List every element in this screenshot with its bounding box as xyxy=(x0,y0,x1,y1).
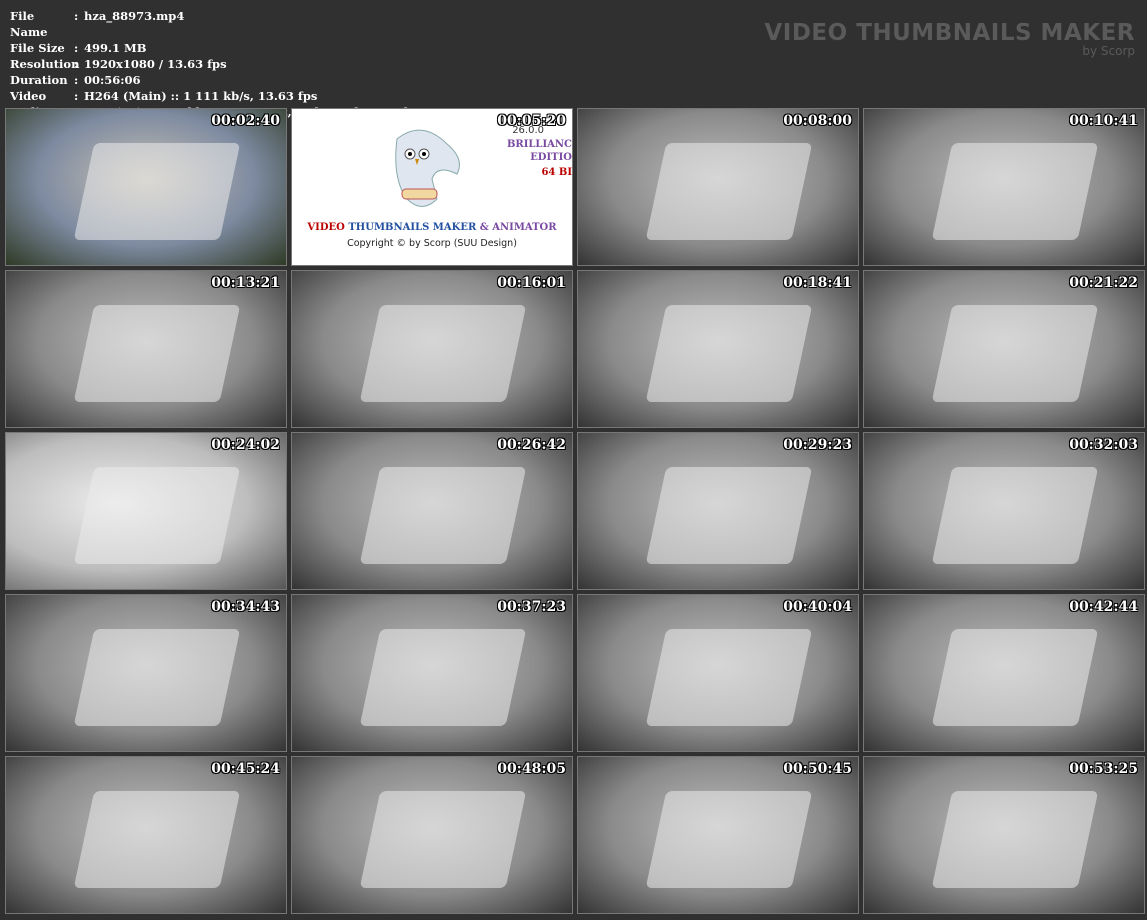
frame-image xyxy=(360,305,527,403)
owl-logo-icon xyxy=(395,129,460,207)
info-separator: : xyxy=(74,73,79,87)
thumbnail[interactable]: 00:08:00 xyxy=(577,108,859,266)
brand-watermark: VIDEO THUMBNAILS MAKER by Scorp xyxy=(764,20,1135,58)
timestamp: 00:16:01 xyxy=(497,275,566,291)
frame-image xyxy=(932,305,1099,403)
info-value: 00:56:06 xyxy=(84,73,141,87)
thumbnail[interactable]: 00:48:05 xyxy=(291,756,573,914)
info-separator: : xyxy=(74,9,79,23)
thumbnail[interactable]: 00:18:41 xyxy=(577,270,859,428)
thumbnail[interactable]: 00:16:01 xyxy=(291,270,573,428)
frame-image xyxy=(74,467,241,565)
thumbnail[interactable]: 00:45:24 xyxy=(5,756,287,914)
frame-image xyxy=(932,143,1099,241)
frame-image xyxy=(360,791,527,889)
product-name-part: VIDEO xyxy=(307,222,345,233)
thumbnail[interactable]: 00:29:23 xyxy=(577,432,859,590)
timestamp: 00:10:41 xyxy=(1069,113,1138,129)
thumbnail[interactable]: 00:42:44 xyxy=(863,594,1145,752)
timestamp: 00:40:04 xyxy=(783,599,852,615)
timestamp: 00:53:25 xyxy=(1069,761,1138,777)
thumbnail[interactable]: 00:40:04 xyxy=(577,594,859,752)
thumbnail[interactable]: 00:21:22 xyxy=(863,270,1145,428)
product-name-part: THUMBNAILS MAKER xyxy=(344,222,477,233)
timestamp: 00:26:42 xyxy=(497,437,566,453)
thumbnail[interactable]: 00:26:42 xyxy=(291,432,573,590)
timestamp: 00:13:21 xyxy=(211,275,280,291)
thumbnail-grid: 00:02:40 26.0.0 BRILLIANC EDITIO 64 BI V… xyxy=(5,108,1145,914)
info-label: Resolution xyxy=(10,57,80,71)
frame-image xyxy=(646,629,813,727)
thumbnail[interactable]: 00:10:41 xyxy=(863,108,1145,266)
info-separator: : xyxy=(74,41,79,55)
frame-image xyxy=(646,791,813,889)
frame-image xyxy=(932,791,1099,889)
frame-image xyxy=(74,791,241,889)
edition-text: BRILLIANC xyxy=(506,139,572,150)
info-row: Duration:00:56:06 xyxy=(10,72,408,88)
info-label: File Size xyxy=(10,41,65,55)
info-value: hza_88973.mp4 xyxy=(84,9,185,23)
frame-image xyxy=(646,305,813,403)
frame-image xyxy=(932,629,1099,727)
frame-image xyxy=(74,629,241,727)
timestamp: 00:18:41 xyxy=(783,275,852,291)
product-name: VIDEO THUMBNAILS MAKER & ANIMATOR xyxy=(292,222,572,233)
info-label: File Name xyxy=(10,9,48,39)
thumbnail[interactable]: 00:24:02 xyxy=(5,432,287,590)
timestamp: 00:42:44 xyxy=(1069,599,1138,615)
info-row: File Name: hza_88973.mp4 xyxy=(10,8,408,40)
timestamp: 00:24:02 xyxy=(211,437,280,453)
frame-image xyxy=(646,143,813,241)
thumbnail[interactable]: 26.0.0 BRILLIANC EDITIO 64 BI VIDEO THUM… xyxy=(291,108,573,266)
info-row: Video: H264 (Main) :: 1 111 kb/s, 13.63 f… xyxy=(10,88,408,104)
thumbnail[interactable]: 00:32:03 xyxy=(863,432,1145,590)
bitness-text: 64 BI xyxy=(541,167,572,178)
timestamp: 00:21:22 xyxy=(1069,275,1138,291)
timestamp: 00:50:45 xyxy=(783,761,852,777)
timestamp: 00:08:00 xyxy=(783,113,852,129)
timestamp: 00:48:05 xyxy=(497,761,566,777)
copyright-text: Copyright © by Scorp (SUU Design) xyxy=(347,238,517,249)
frame-image xyxy=(360,467,527,565)
brand-subtitle: by Scorp xyxy=(1082,44,1135,58)
info-value: H264 (Main) :: 1 111 kb/s, 13.63 fps xyxy=(84,89,318,103)
thumbnail[interactable]: 00:50:45 xyxy=(577,756,859,914)
file-info: File Name: hza_88973.mp4 File Size:499.1 M… xyxy=(10,8,408,120)
info-separator: : xyxy=(74,57,79,71)
frame-image xyxy=(932,467,1099,565)
frame-image xyxy=(360,629,527,727)
timestamp: 00:32:03 xyxy=(1069,437,1138,453)
info-label: Video xyxy=(10,89,47,103)
thumbnail[interactable]: 00:13:21 xyxy=(5,270,287,428)
thumbnail[interactable]: 00:37:23 xyxy=(291,594,573,752)
frame-image xyxy=(74,305,241,403)
brand-title: VIDEO THUMBNAILS MAKER xyxy=(764,20,1135,46)
info-label: Duration xyxy=(10,73,68,87)
timestamp: 00:37:23 xyxy=(497,599,566,615)
thumbnail[interactable]: 00:53:25 xyxy=(863,756,1145,914)
info-row: File Size:499.1 MB xyxy=(10,40,408,56)
frame-image xyxy=(74,143,241,241)
timestamp: 00:29:23 xyxy=(783,437,852,453)
info-value: 499.1 MB xyxy=(84,41,147,55)
thumbnail[interactable]: 00:02:40 xyxy=(5,108,287,266)
timestamp: 00:05:20 xyxy=(497,113,566,129)
product-name-part: & ANIMATOR xyxy=(476,222,557,233)
timestamp: 00:45:24 xyxy=(211,761,280,777)
info-row: Resolution:1920x1080 / 13.63 fps xyxy=(10,56,408,72)
frame-image xyxy=(646,467,813,565)
info-value: 1920x1080 / 13.63 fps xyxy=(84,57,227,71)
edition-text: EDITIO xyxy=(530,152,572,163)
timestamp: 00:02:40 xyxy=(211,113,280,129)
timestamp: 00:34:43 xyxy=(211,599,280,615)
thumbnail[interactable]: 00:34:43 xyxy=(5,594,287,752)
info-separator: : xyxy=(74,89,79,103)
